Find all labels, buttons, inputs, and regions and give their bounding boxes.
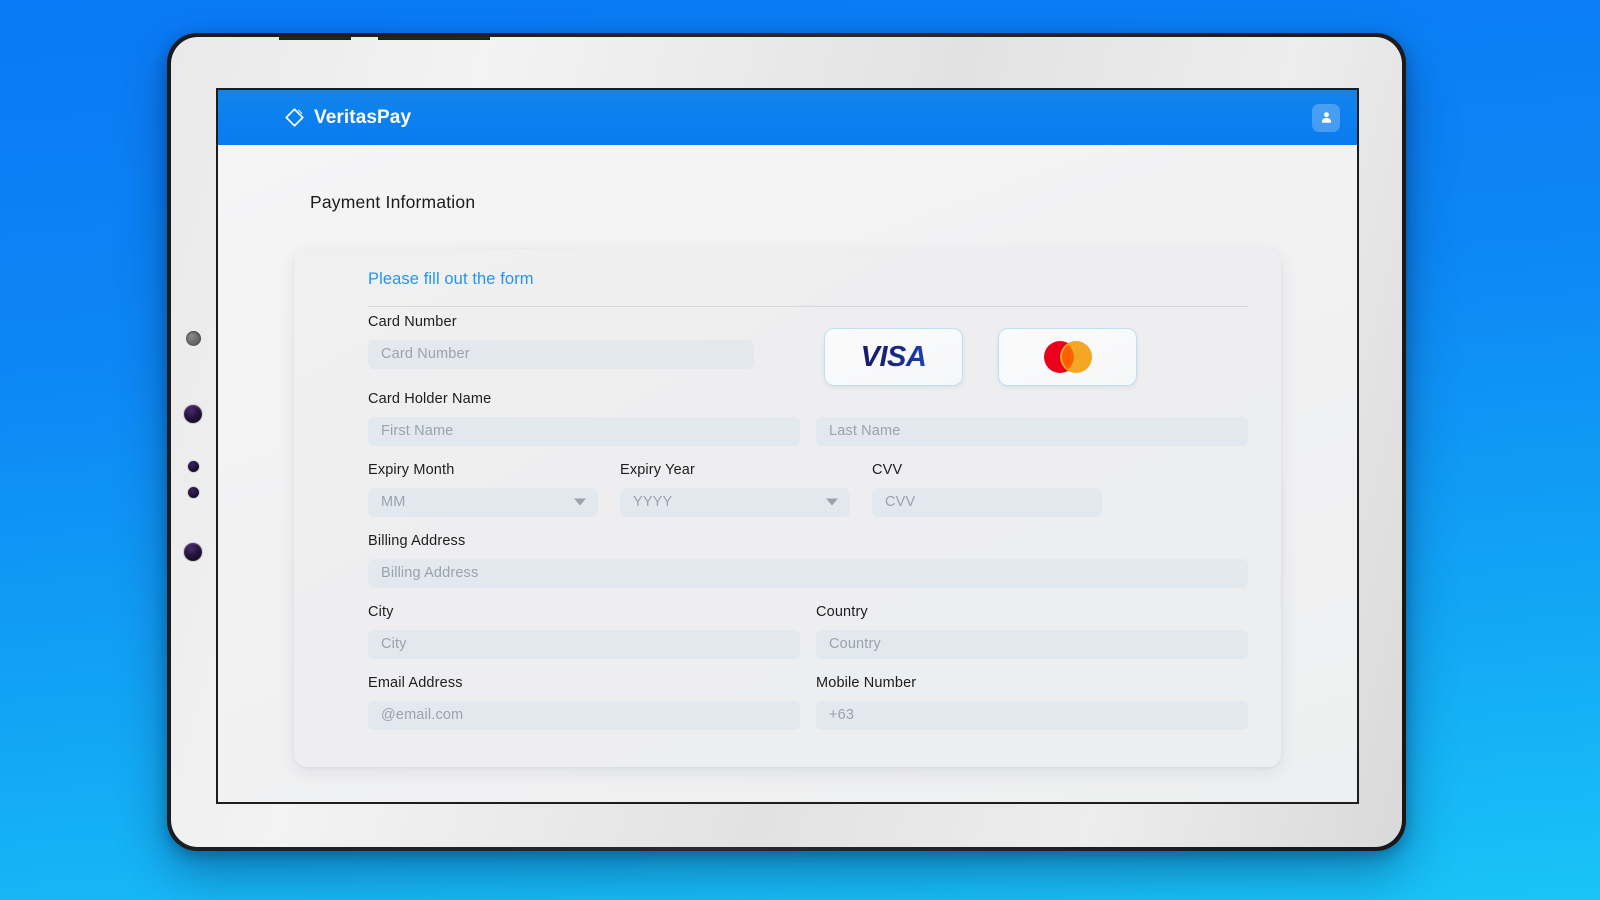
tablet-sensor-dot-b — [188, 487, 199, 498]
tablet-camera-lens — [184, 405, 202, 423]
field-group-city-country: City Country City Country — [368, 605, 1248, 659]
mastercard-card-option[interactable] — [998, 328, 1137, 386]
brand-name: VeritasPay — [314, 106, 412, 128]
visa-card-option[interactable]: VISA — [824, 328, 963, 386]
card-number-input[interactable]: Card Number — [368, 339, 754, 369]
email-label: Email Address — [368, 675, 463, 691]
card-holder-label: Card Holder Name — [368, 391, 492, 407]
card-number-label: Card Number — [368, 314, 457, 330]
brand-logo[interactable]: VeritasPay — [284, 107, 411, 129]
form-divider — [368, 306, 1248, 307]
field-group-card-holder: Card Holder Name First Name Last Name — [368, 392, 1248, 446]
mastercard-logo-icon — [1037, 338, 1099, 376]
mobile-input[interactable]: +63 — [816, 700, 1248, 730]
payment-form-card: Please fill out the form Card Number Car… — [294, 249, 1281, 767]
field-expiry-year: Expiry Year YYYY — [620, 463, 850, 517]
expiry-month-value: MM — [381, 494, 406, 510]
page-title: Payment Information — [310, 192, 476, 212]
city-label: City — [368, 604, 394, 620]
expiry-month-select[interactable]: MM — [368, 487, 598, 517]
city-country-labels: City Country — [368, 605, 1248, 630]
backdrop: VeritasPay Payment Information Please fi… — [0, 0, 1600, 900]
page-body: Payment Information Please fill out the … — [218, 145, 1357, 802]
city-country-inputs: City Country — [368, 629, 1248, 659]
mobile-label: Mobile Number — [816, 675, 917, 691]
diamond-outline-icon — [284, 107, 305, 128]
cvv-input[interactable]: CVV — [872, 487, 1102, 517]
country-input[interactable]: Country — [816, 629, 1248, 659]
form-heading: Please fill out the form — [368, 270, 534, 288]
account-button[interactable] — [1312, 103, 1340, 132]
first-name-input[interactable]: First Name — [368, 416, 800, 446]
tablet-volume-button[interactable] — [279, 37, 351, 40]
email-mobile-inputs: @email.com +63 — [368, 700, 1248, 730]
expiry-year-select[interactable]: YYYY — [620, 487, 850, 517]
email-mobile-labels: Email Address Mobile Number — [368, 676, 1248, 701]
country-label: Country — [816, 604, 868, 620]
billing-address-label: Billing Address — [368, 533, 466, 549]
billing-address-input[interactable]: Billing Address — [368, 558, 1248, 588]
expiry-year-value: YYYY — [633, 494, 673, 510]
tablet-camera-lens-two — [184, 543, 202, 561]
tablet-screen: VeritasPay Payment Information Please fi… — [216, 88, 1359, 804]
visa-logo-icon: VISA — [860, 340, 927, 373]
field-expiry-month: Expiry Month MM — [368, 463, 598, 517]
city-input[interactable]: City — [368, 629, 800, 659]
field-cvv: CVV CVV — [872, 463, 1102, 517]
accepted-card-brands: VISA — [824, 328, 1137, 386]
tablet-device: VeritasPay Payment Information Please fi… — [167, 33, 1406, 851]
tablet-body: VeritasPay Payment Information Please fi… — [171, 37, 1402, 847]
chevron-down-icon — [826, 498, 838, 506]
expiry-month-label: Expiry Month — [368, 462, 455, 478]
email-input[interactable]: @email.com — [368, 700, 800, 730]
expiry-year-label: Expiry Year — [620, 462, 695, 478]
cvv-label: CVV — [872, 462, 903, 478]
field-group-expiry-cvv: Expiry Month MM Expiry Year YYYY CVV CVV — [368, 463, 1248, 517]
field-group-card-number: Card Number Card Number — [368, 315, 754, 369]
app-top-bar: VeritasPay — [218, 90, 1357, 145]
user-avatar-icon — [1319, 110, 1334, 125]
field-group-billing-address: Billing Address Billing Address — [368, 534, 1248, 588]
card-holder-inputs: First Name Last Name — [368, 416, 1248, 446]
chevron-down-icon — [574, 498, 586, 506]
tablet-sensor-dot-a — [188, 461, 199, 472]
tablet-power-button[interactable] — [378, 37, 490, 40]
last-name-input[interactable]: Last Name — [816, 416, 1248, 446]
tablet-speaker-dot — [186, 331, 201, 346]
field-group-email-mobile: Email Address Mobile Number @email.com +… — [368, 676, 1248, 730]
